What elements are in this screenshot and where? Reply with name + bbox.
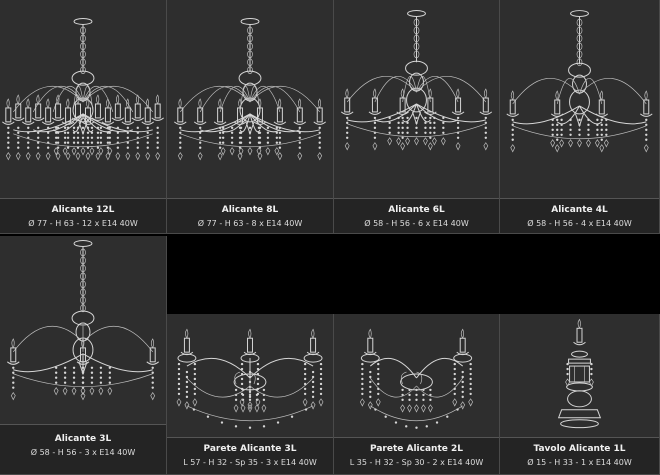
product-name: Parete Alicante 3L	[203, 444, 297, 454]
product-name: Tavolo Alicante 1L	[533, 444, 626, 454]
product-spec: Ø 77 - H 63 - 8 x E14 40W	[197, 219, 303, 228]
product-name: Parete Alicante 2L	[370, 444, 463, 454]
product-name: Alicante 3L	[54, 434, 112, 444]
product-spec: L 57 - H 32 - Sp 35 - 3 x E14 40W	[183, 458, 317, 467]
chandelier-12-lights-icon	[0, 0, 166, 200]
product-card-parete-alicante-2l[interactable]: Parete Alicante 2L L 35 - H 32 - Sp 30 -…	[334, 314, 500, 475]
product-caption: Alicante 6L Ø 58 - H 56 - 6 x E14 40W	[334, 198, 499, 233]
chandelier-6-lights-icon	[334, 0, 499, 200]
product-card-alicante-6l[interactable]: Alicante 6L Ø 58 - H 56 - 6 x E14 40W	[334, 0, 500, 234]
product-spec: L 35 - H 32 - Sp 30 - 2 x E14 40W	[349, 458, 484, 467]
product-spec: Ø 58 - H 56 - 3 x E14 40W	[30, 448, 136, 457]
product-card-alicante-12l[interactable]: Alicante 12L Ø 77 - H 63 - 12 x E14 40W	[0, 0, 167, 234]
product-spec: Ø 58 - H 56 - 4 x E14 40W	[527, 219, 632, 228]
product-spec: Ø 58 - H 56 - 6 x E14 40W	[364, 219, 469, 228]
product-card-tavolo-alicante-1l[interactable]: Tavolo Alicante 1L Ø 15 - H 33 - 1 x E14…	[500, 314, 660, 475]
product-card-alicante-3l[interactable]: Alicante 3L Ø 58 - H 56 - 3 x E14 40W	[0, 236, 167, 475]
product-caption: Alicante 4L Ø 58 - H 56 - 4 x E14 40W	[500, 198, 659, 233]
product-spec: Ø 15 - H 33 - 1 x E14 40W	[527, 458, 632, 467]
product-name: Alicante 6L	[388, 205, 445, 215]
wall-lamp-2-lights-icon	[334, 314, 499, 439]
chandelier-3-lights-icon	[0, 236, 166, 426]
product-spec: Ø 77 - H 63 - 12 x E14 40W	[28, 219, 138, 228]
product-name: Alicante 8L	[221, 205, 279, 215]
product-caption: Alicante 12L Ø 77 - H 63 - 12 x E14 40W	[0, 198, 166, 233]
product-card-alicante-8l[interactable]: Alicante 8L Ø 77 - H 63 - 8 x E14 40W	[167, 0, 334, 234]
product-caption: Alicante 8L Ø 77 - H 63 - 8 x E14 40W	[167, 198, 333, 233]
product-card-alicante-4l[interactable]: Alicante 4L Ø 58 - H 56 - 4 x E14 40W	[500, 0, 660, 234]
product-caption: Alicante 3L Ø 58 - H 56 - 3 x E14 40W	[0, 424, 166, 474]
product-name: Alicante 12L	[51, 205, 115, 215]
product-caption: Tavolo Alicante 1L Ø 15 - H 33 - 1 x E14…	[500, 437, 659, 474]
product-caption: Parete Alicante 2L L 35 - H 32 - Sp 30 -…	[334, 437, 499, 474]
table-lamp-1-light-icon	[500, 314, 659, 439]
product-name: Alicante 4L	[551, 205, 608, 215]
product-card-parete-alicante-3l[interactable]: Parete Alicante 3L L 57 - H 32 - Sp 35 -…	[167, 314, 334, 475]
product-caption: Parete Alicante 3L L 57 - H 32 - Sp 35 -…	[167, 437, 333, 474]
chandelier-4-lights-icon	[500, 0, 659, 200]
chandelier-8-lights-icon	[167, 0, 333, 200]
wall-lamp-3-lights-icon	[167, 314, 333, 439]
